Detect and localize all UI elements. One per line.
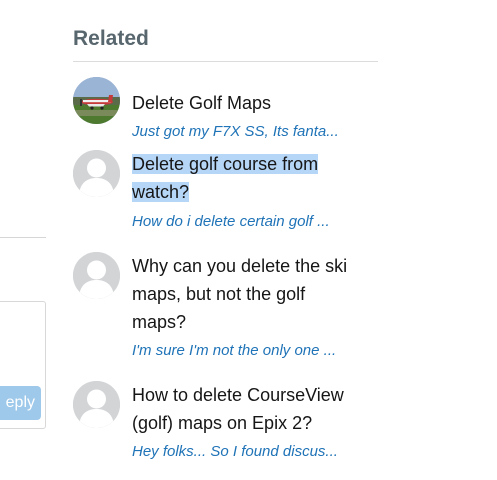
user-icon	[73, 150, 120, 197]
related-item-snippet[interactable]: Just got my F7X SS, Its fanta...	[132, 120, 382, 144]
related-item-title[interactable]: Delete golf course from watch?	[132, 150, 382, 206]
related-item-snippet[interactable]: How do i delete certain golf ...	[132, 210, 382, 234]
avatar[interactable]	[73, 381, 120, 428]
title-line: Why can you delete the ski	[132, 256, 348, 276]
related-item-text: Delete Golf Maps Just got my F7X SS, Its…	[132, 77, 382, 144]
divider	[0, 237, 46, 238]
related-item-title[interactable]: Delete Golf Maps	[132, 89, 382, 117]
related-item-text: Delete golf course from watch? How do i …	[132, 150, 382, 234]
related-item-title[interactable]: How to delete CourseView (golf) maps on …	[132, 381, 382, 437]
related-divider	[73, 61, 378, 62]
related-item-snippet[interactable]: I'm sure I'm not the only one ...	[132, 339, 382, 363]
user-icon	[73, 381, 120, 428]
airplane-photo-icon	[73, 77, 120, 124]
page: eply Related Delete Golf Maps Just got m…	[0, 0, 497, 480]
related-item-text: How to delete CourseView (golf) maps on …	[132, 381, 382, 464]
related-heading: Related	[73, 27, 149, 50]
related-item-text: Why can you delete the ski maps, but not…	[132, 252, 382, 363]
avatar[interactable]	[73, 77, 120, 124]
related-panel: Related Delete Golf Maps Just got my F7X…	[73, 24, 378, 460]
title-line: watch?	[132, 182, 190, 202]
title-line: Delete golf course from	[132, 154, 319, 174]
title-line: (golf) maps on Epix 2?	[132, 413, 313, 433]
reply-button[interactable]: eply	[0, 386, 41, 420]
user-icon	[73, 252, 120, 299]
title-line: maps, but not the golf	[132, 284, 306, 304]
related-item[interactable]: Delete Golf Maps Just got my F7X SS, Its…	[73, 77, 378, 140]
title-line: maps?	[132, 312, 187, 332]
avatar[interactable]	[73, 252, 120, 299]
related-item-title[interactable]: Why can you delete the ski maps, but not…	[132, 252, 382, 336]
avatar[interactable]	[73, 150, 120, 197]
related-item-snippet[interactable]: Hey folks... So I found discus...	[132, 440, 382, 464]
title-line: How to delete CourseView	[132, 385, 344, 405]
